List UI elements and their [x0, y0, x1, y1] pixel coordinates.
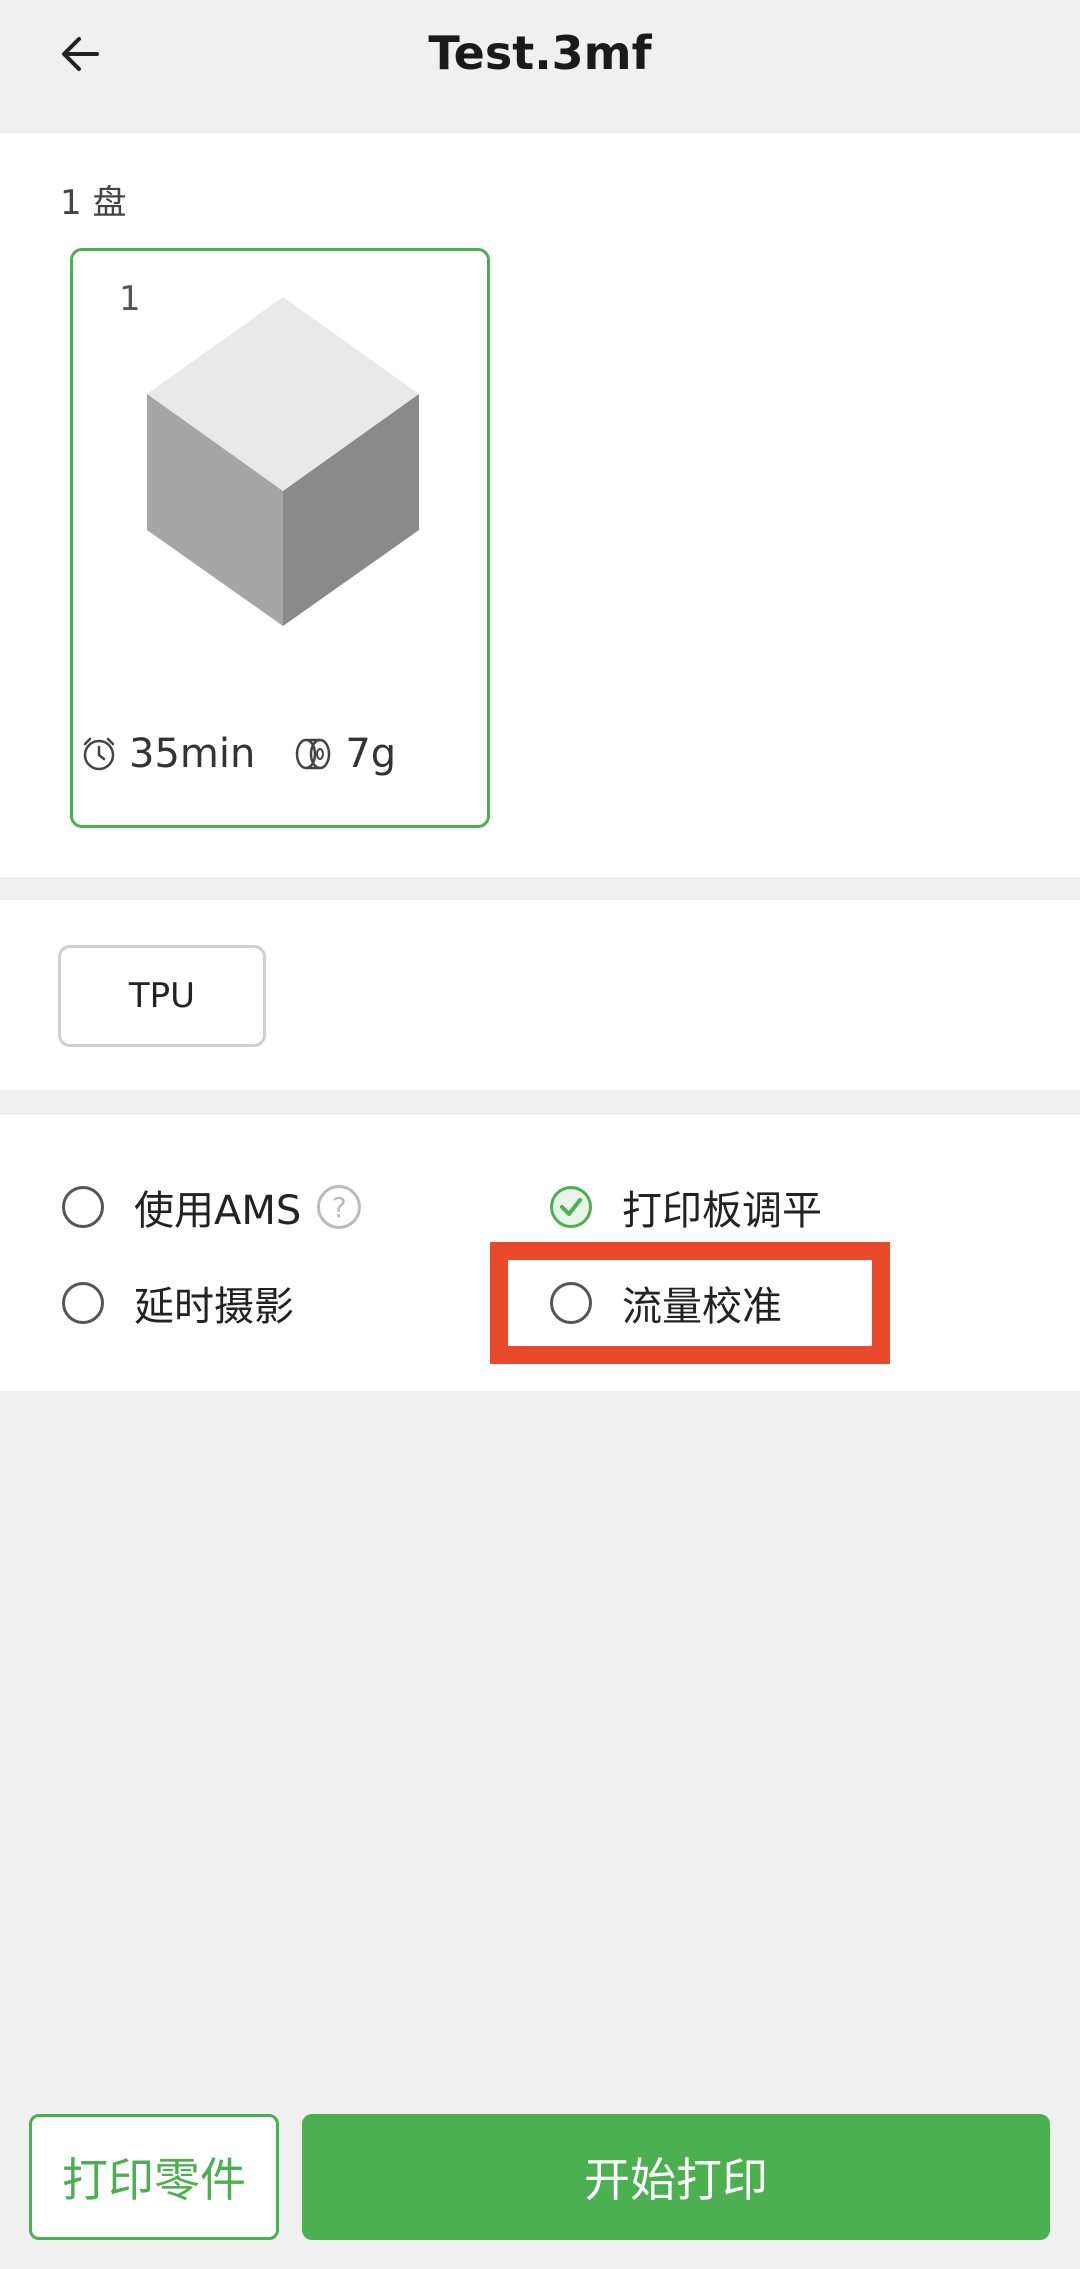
bed-leveling-label: 打印板调平 — [622, 1188, 822, 1234]
plate-index: 1 — [119, 279, 141, 319]
plate-count-label: 1 盘 — [60, 183, 127, 223]
timelapse-radio[interactable] — [62, 1282, 104, 1324]
model-preview-image — [147, 297, 419, 626]
clock-icon — [83, 737, 115, 771]
use-ams-radio[interactable] — [62, 1186, 104, 1228]
filament-section: TPU — [0, 900, 1080, 1090]
help-icon[interactable]: ? — [317, 1185, 362, 1229]
plate-stats: 35min 7g — [81, 731, 396, 777]
option-timelapse[interactable]: 延时摄影 — [62, 1274, 294, 1332]
checkmark-icon — [560, 1198, 582, 1216]
top-bar: Test.3mf — [0, 0, 1080, 133]
plate-card[interactable]: 1 35min 7g — [70, 248, 490, 828]
filament-chip-tpu[interactable]: TPU — [58, 945, 266, 1047]
filament-spool-icon — [296, 738, 331, 770]
print-parts-button[interactable]: 打印零件 — [29, 2114, 279, 2240]
option-bed-leveling[interactable]: 打印板调平 — [550, 1178, 822, 1236]
plates-section: 1 盘 1 35min 7g — [0, 133, 1080, 877]
print-time: 35min — [129, 731, 256, 777]
filament-weight: 7g — [345, 731, 397, 777]
page-title: Test.3mf — [428, 26, 652, 80]
filament-weight-stat: 7g — [293, 731, 396, 777]
highlight-box — [490, 1242, 890, 1364]
bed-leveling-radio[interactable] — [550, 1186, 592, 1228]
option-use-ams[interactable]: 使用AMS ? — [62, 1178, 362, 1236]
print-time-stat: 35min — [81, 731, 255, 777]
start-print-button[interactable]: 开始打印 — [302, 2114, 1050, 2240]
use-ams-label: 使用AMS — [134, 1188, 302, 1234]
timelapse-label: 延时摄影 — [134, 1284, 294, 1330]
